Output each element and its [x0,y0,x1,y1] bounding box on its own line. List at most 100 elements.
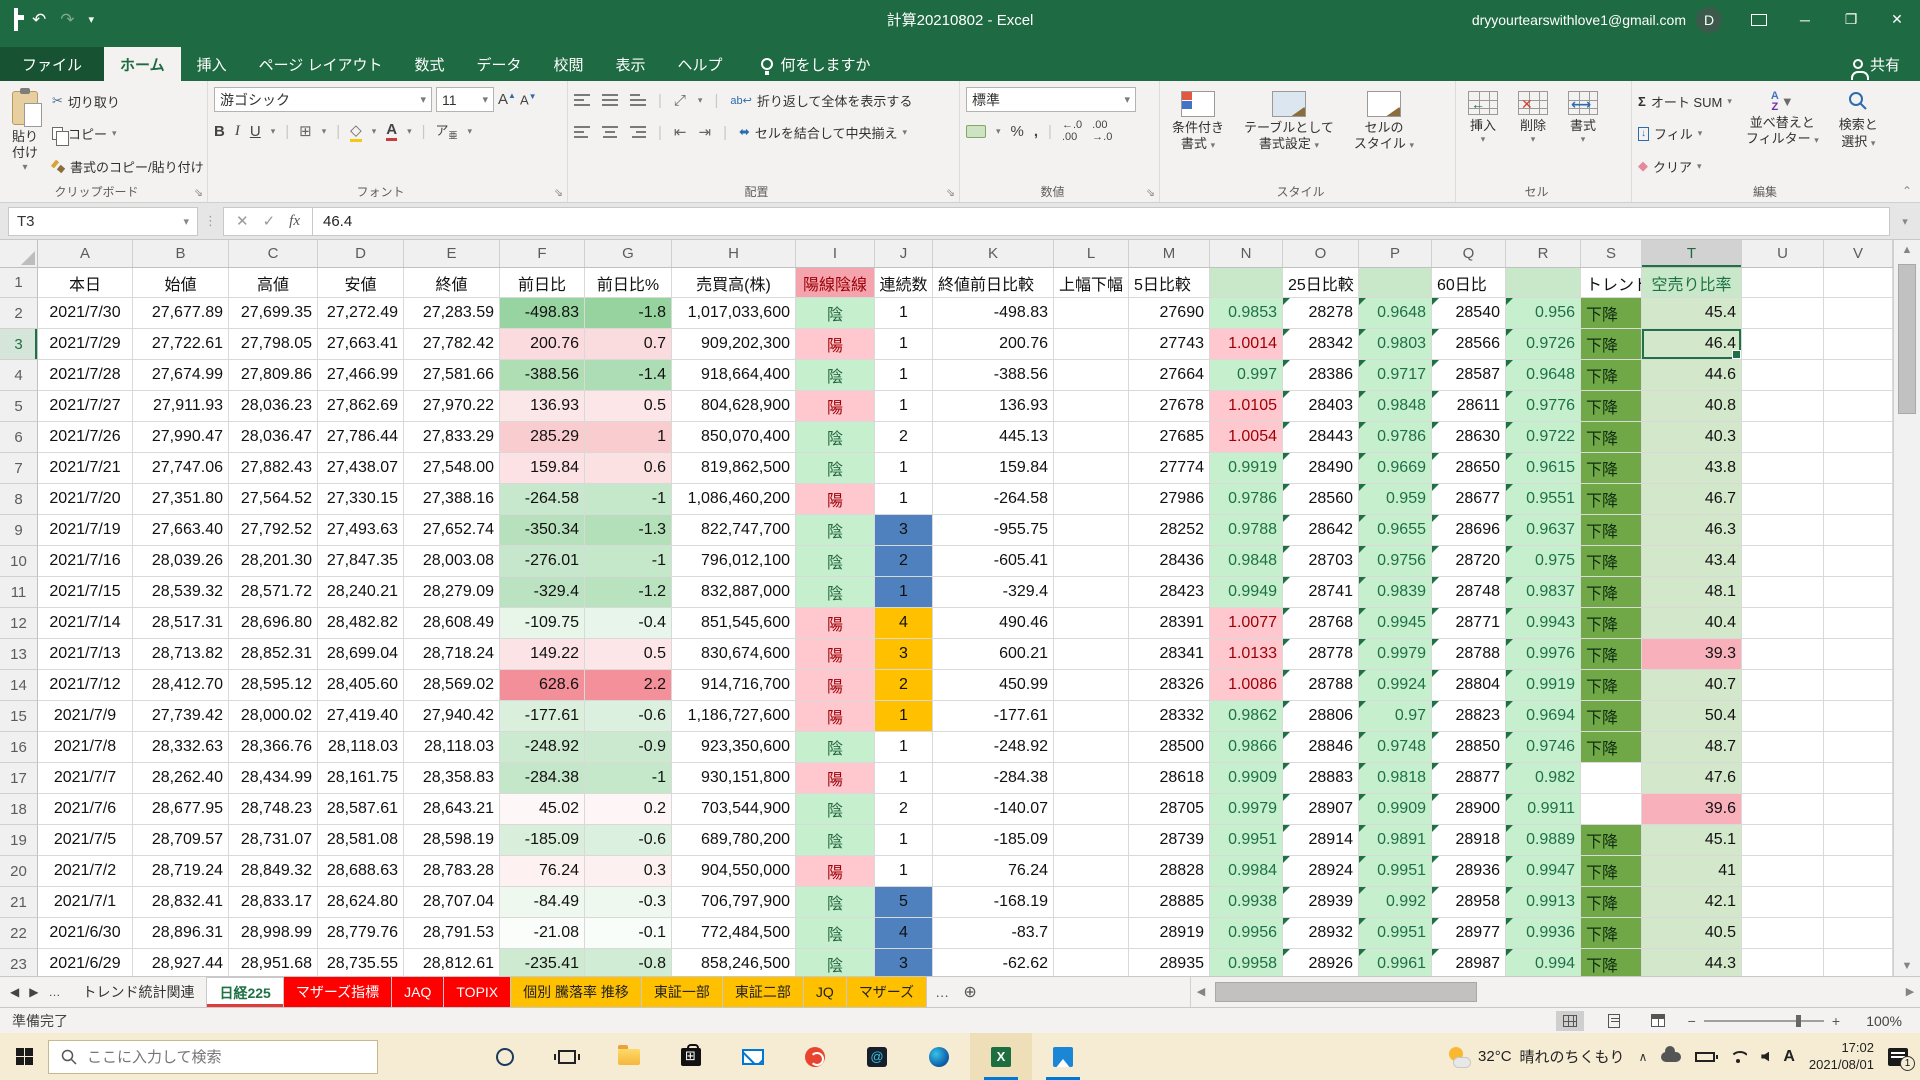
comma-icon[interactable]: , [1034,123,1038,140]
cell[interactable]: -0.4 [585,608,672,639]
cell[interactable]: 1.0014 [1210,329,1283,360]
cell[interactable]: 下降 [1581,391,1642,422]
cell[interactable]: 1 [875,329,933,360]
cell[interactable]: 下降 [1581,670,1642,701]
cell[interactable]: 28,779.76 [318,918,404,949]
cell[interactable]: 0.9655 [1359,515,1432,546]
cell[interactable]: 0.9938 [1210,887,1283,918]
edge-icon[interactable] [908,1033,970,1080]
cell[interactable]: -185.09 [500,825,585,856]
cell[interactable]: 28846 [1283,732,1359,763]
cell[interactable]: -185.09 [933,825,1054,856]
cell[interactable]: 909,202,300 [672,329,796,360]
header-cell-s[interactable]: トレンド [1581,268,1642,298]
cell[interactable]: 40.8 [1642,391,1742,422]
cell[interactable]: 28877 [1432,763,1506,794]
header-cell-rr[interactable] [1506,268,1581,298]
underline-button[interactable]: U [250,123,261,140]
cell[interactable]: 2021/7/5 [38,825,133,856]
cell[interactable]: 28977 [1432,918,1506,949]
cell[interactable]: 28,279.09 [404,577,500,608]
cell[interactable]: 28823 [1432,701,1506,732]
cell[interactable]: 76.24 [933,856,1054,887]
paste-button[interactable]: 貼り付け▾ [6,87,44,180]
cell[interactable]: -350.34 [500,515,585,546]
cell[interactable]: 28332 [1129,701,1210,732]
cell[interactable]: 0.9889 [1506,825,1581,856]
cell[interactable] [1054,918,1129,949]
cell[interactable]: 0.9961 [1359,949,1432,976]
select-all-corner[interactable] [0,240,38,267]
cell[interactable]: 陽 [796,639,875,670]
cell[interactable]: 28748 [1432,577,1506,608]
cell[interactable]: 0.9803 [1359,329,1432,360]
cell[interactable]: 0.9786 [1359,422,1432,453]
volume-icon[interactable] [1761,1052,1769,1062]
cell[interactable]: 0.9669 [1359,453,1432,484]
cell[interactable]: -388.56 [933,360,1054,391]
cell[interactable]: 149.22 [500,639,585,670]
row-header-23[interactable]: 23 [0,949,38,976]
cell[interactable]: 27,940.42 [404,701,500,732]
cell[interactable] [1054,949,1129,976]
account-email[interactable]: dryyourtearswithlove1@gmail.com [1472,12,1686,28]
cell[interactable]: 2021/7/14 [38,608,133,639]
cell[interactable]: 0.9776 [1506,391,1581,422]
cell[interactable] [1824,577,1893,608]
cell[interactable]: 445.13 [933,422,1054,453]
cell[interactable]: 28,118.03 [404,732,500,763]
cell[interactable]: 28739 [1129,825,1210,856]
cell[interactable]: 0.9979 [1210,794,1283,825]
cell[interactable]: 28885 [1129,887,1210,918]
cell[interactable]: 28560 [1283,484,1359,515]
cell[interactable] [1824,329,1893,360]
cell[interactable]: 159.84 [500,453,585,484]
cell[interactable]: 28,161.75 [318,763,404,794]
cell[interactable]: 28,735.55 [318,949,404,976]
cell[interactable]: 28630 [1432,422,1506,453]
cell[interactable]: 27,564.52 [229,484,318,515]
cell[interactable]: 2 [875,546,933,577]
cell[interactable]: 28705 [1129,794,1210,825]
cell[interactable] [1054,856,1129,887]
header-cell-i[interactable]: 陽線陰線 [796,268,875,298]
cell[interactable]: 2021/7/27 [38,391,133,422]
cell[interactable]: 2021/7/9 [38,701,133,732]
cell[interactable]: 28,332.63 [133,732,229,763]
cell[interactable]: 陰 [796,422,875,453]
cell[interactable] [1054,360,1129,391]
cell[interactable]: 50.4 [1642,701,1742,732]
cell[interactable]: 28,624.80 [318,887,404,918]
collapse-ribbon-icon[interactable]: ⌃ [1902,184,1912,198]
cell[interactable]: 1,017,033,600 [672,298,796,329]
photos-taskbar-icon[interactable] [1032,1033,1094,1080]
sheet-tab-日経225[interactable]: 日経225 [207,977,283,1007]
cell[interactable]: 2021/7/13 [38,639,133,670]
sheet-tab-JQ[interactable]: JQ [804,977,847,1007]
cell[interactable]: 1 [585,422,672,453]
cell[interactable]: 陽 [796,856,875,887]
cell[interactable]: -168.19 [933,887,1054,918]
cell[interactable]: 陰 [796,546,875,577]
cell[interactable]: 28806 [1283,701,1359,732]
row-header-13[interactable]: 13 [0,639,38,670]
horizontal-scroll-thumb[interactable] [1215,982,1477,1002]
cell[interactable]: -109.75 [500,608,585,639]
cell[interactable]: 28,517.31 [133,608,229,639]
cell[interactable]: 0.6 [585,453,672,484]
cell[interactable]: 陰 [796,732,875,763]
undo-icon[interactable]: ↶ [32,10,46,30]
cell[interactable]: 28,571.72 [229,577,318,608]
header-cell-c[interactable]: 高値 [229,268,318,298]
cell[interactable]: 28778 [1283,639,1359,670]
cell[interactable]: 28540 [1432,298,1506,329]
header-cell-g[interactable]: 前日比% [585,268,672,298]
cell[interactable] [1054,391,1129,422]
cell[interactable]: -177.61 [500,701,585,732]
cell[interactable]: 2021/7/7 [38,763,133,794]
cell[interactable]: 0.992 [1359,887,1432,918]
cell[interactable]: 44.6 [1642,360,1742,391]
decrease-decimal-icon[interactable]: .00→.0 [1092,119,1112,143]
cell[interactable]: 2021/7/6 [38,794,133,825]
cell[interactable]: 706,797,900 [672,887,796,918]
